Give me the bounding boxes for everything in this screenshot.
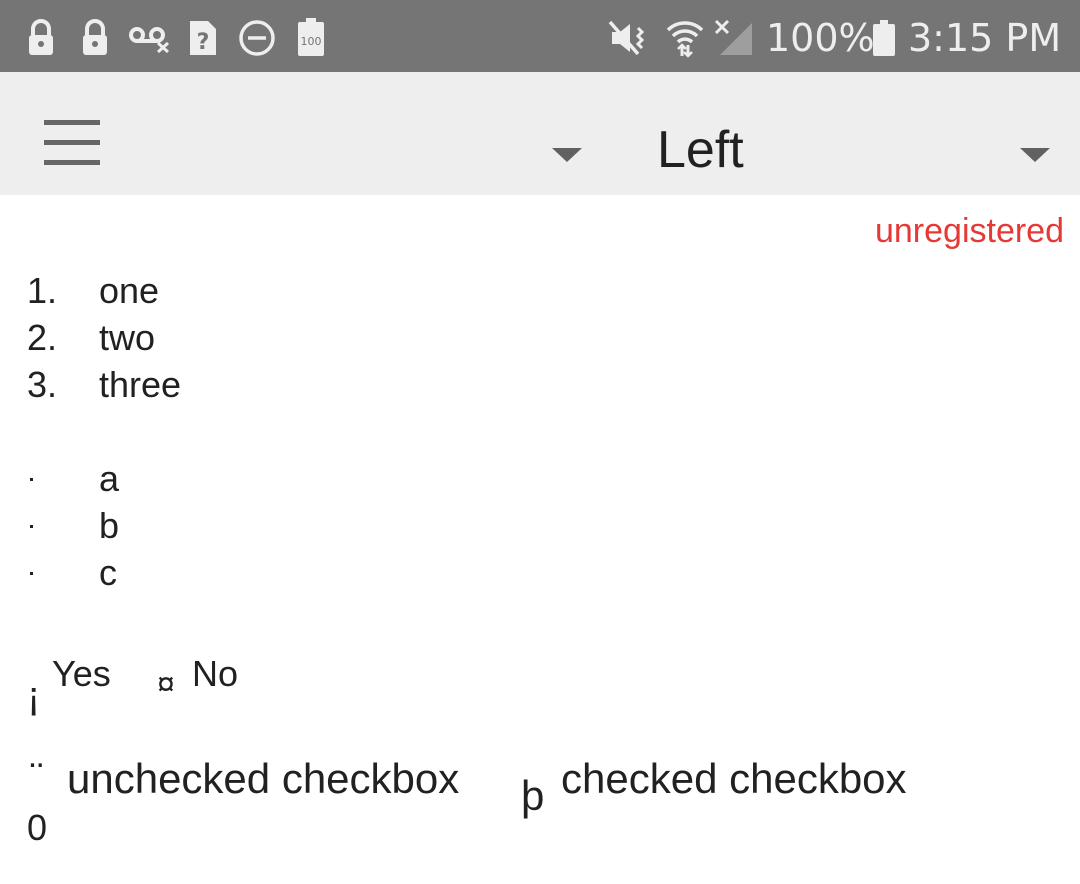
bullet-dot: [30, 478, 33, 481]
list-marker: 3.: [27, 364, 58, 405]
list-item: b: [0, 503, 400, 549]
checkbox-label-checked: checked checkbox: [561, 755, 907, 802]
app-bar: Left: [0, 72, 1080, 195]
lock-icon: [26, 18, 56, 58]
no-signal-icon: [714, 18, 754, 58]
list-item: 1. one: [0, 268, 400, 314]
list-item-text: c: [99, 552, 117, 593]
lock-icon: [80, 18, 110, 58]
svg-text:?: ?: [197, 30, 210, 55]
list-item-text: b: [99, 505, 120, 546]
status-label: unregistered: [874, 212, 1064, 250]
list-item: c: [0, 550, 400, 596]
caret-down-icon[interactable]: [552, 148, 582, 162]
checkbox-glyph-bottom: 0: [27, 807, 48, 848]
page-title: Left: [657, 121, 744, 179]
checkbox-glyph: þ: [521, 772, 545, 819]
list-item: a: [0, 456, 400, 502]
list-item-text: a: [99, 458, 120, 499]
list-item-text: three: [99, 364, 182, 405]
battery-100-icon: 100: [296, 18, 326, 58]
mute-vibrate-icon: [608, 18, 650, 58]
radio-glyph: ¤: [157, 666, 175, 702]
list-item: 3. three: [0, 362, 400, 408]
unknown-file-icon: ?: [188, 18, 218, 58]
list-marker: 1.: [27, 270, 58, 311]
list-marker: 2.: [27, 317, 58, 358]
battery-percent: 100%: [766, 16, 875, 60]
clock: 3:15 PM: [908, 16, 1062, 60]
radio-label-yes: Yes: [52, 653, 111, 694]
svg-text:100: 100: [301, 35, 322, 48]
bullet-dot: [30, 525, 33, 528]
caret-down-icon[interactable]: [1020, 148, 1050, 162]
list-item-text: one: [99, 270, 160, 311]
bullet-dot: [30, 572, 33, 575]
list-item: 2. two: [0, 315, 400, 361]
do-not-disturb-icon: [238, 18, 276, 58]
checkbox-glyph-top: ¨: [30, 756, 44, 800]
radio-glyph: ¡: [27, 674, 41, 718]
wifi-icon: [666, 18, 704, 58]
checkbox-label-unchecked: unchecked checkbox: [67, 755, 460, 802]
radio-label-no: No: [192, 653, 239, 694]
hamburger-menu-icon[interactable]: [44, 120, 100, 166]
voicemail-icon: [128, 18, 172, 58]
list-item-text: two: [99, 317, 156, 358]
battery-icon: [872, 18, 896, 58]
status-bar: ? 100 100% 3:15 PM: [0, 0, 1080, 72]
